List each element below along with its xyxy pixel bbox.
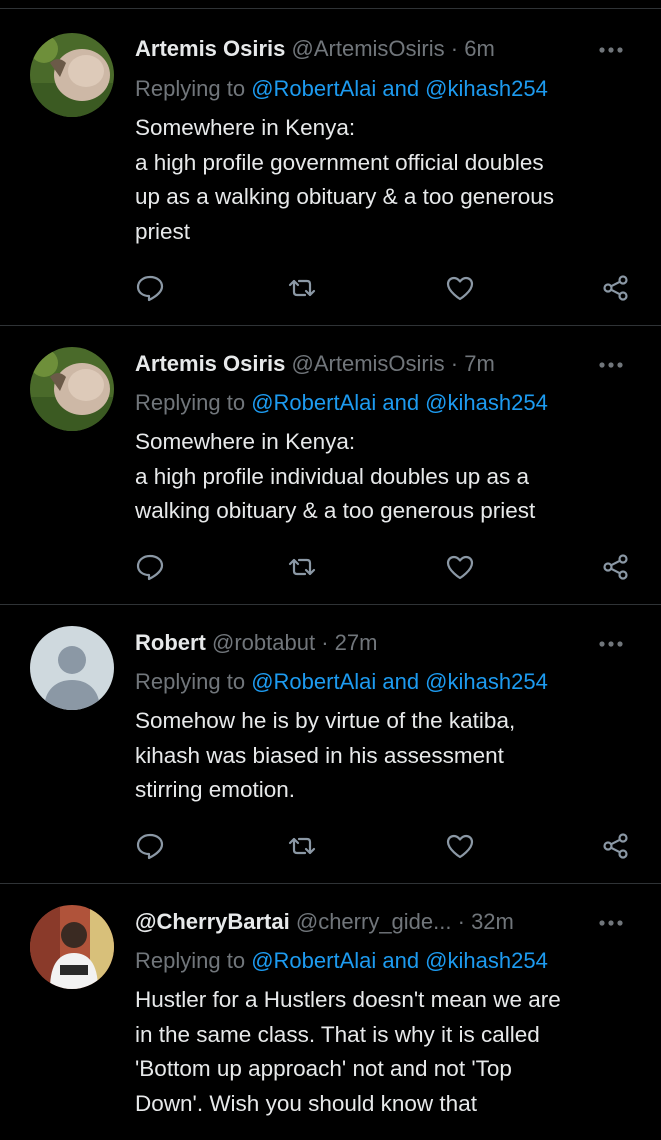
top-divider: [0, 8, 661, 9]
tweet-item[interactable]: @CherryBartai @cherry_gide... · 32m Repl…: [0, 884, 661, 1140]
separator-dot: ·: [321, 630, 329, 655]
reply-button[interactable]: [135, 831, 165, 861]
mentions-link[interactable]: @RobertAlai and @kihash254: [251, 390, 548, 415]
retweet-icon: [288, 279, 316, 297]
more-options-button[interactable]: [594, 38, 634, 62]
user-photo-avatar-icon: [30, 33, 114, 117]
separator-dot: ·: [457, 909, 465, 934]
share-button[interactable]: [601, 273, 631, 303]
share-icon: [603, 833, 628, 859]
reply-icon: [136, 833, 164, 860]
tweet-text: Hustler for a Hustlers doesn't mean we a…: [135, 983, 635, 1121]
like-button[interactable]: [445, 273, 475, 303]
display-name[interactable]: Artemis Osiris: [135, 36, 285, 61]
tweet-item[interactable]: Robert @robtabut · 27m Replying to @Robe…: [0, 605, 661, 884]
tweet-text-line: up as a walking obituary & a too generou…: [135, 184, 555, 209]
separator-dot: ·: [450, 351, 459, 376]
action-bar: [135, 831, 635, 861]
retweet-button[interactable]: [287, 273, 317, 303]
reply-button[interactable]: [135, 552, 165, 582]
reply-icon: [136, 275, 164, 302]
replying-to: Replying to @RobertAlai and @kihash254: [135, 944, 548, 978]
tweet-text-line: a high profile government official doubl…: [135, 149, 544, 175]
more-icon: [599, 47, 623, 53]
replying-label: Replying to: [135, 76, 246, 101]
replying-label: Replying to: [135, 669, 246, 694]
like-icon: [446, 276, 474, 301]
action-bar: [135, 273, 635, 303]
display-name[interactable]: Artemis Osiris: [135, 351, 285, 376]
user-handle[interactable]: @cherry_gide...: [296, 909, 452, 934]
more-icon: [599, 362, 623, 368]
tweet-header: Robert @robtabut · 27m: [135, 626, 377, 660]
replying-to: Replying to @RobertAlai and @kihash254: [135, 665, 548, 699]
default-user-avatar-icon: [30, 626, 114, 710]
tweet-header: Artemis Osiris @ArtemisOsiris · 6m: [135, 32, 495, 66]
like-button[interactable]: [445, 552, 475, 582]
mentions-link[interactable]: @RobertAlai and @kihash254: [251, 948, 548, 973]
retweet-button[interactable]: [287, 552, 317, 582]
avatar[interactable]: [30, 33, 114, 117]
display-name[interactable]: @CherryBartai: [135, 909, 290, 934]
more-options-button[interactable]: [594, 353, 634, 377]
tweet-item[interactable]: Artemis Osiris @ArtemisOsiris · 7m Reply…: [0, 326, 661, 605]
user-photo-avatar-icon: [30, 347, 114, 431]
tweet-text-line: a high profile individual doubles up as …: [135, 463, 530, 489]
action-bar: [135, 552, 635, 582]
display-name[interactable]: Robert: [135, 630, 206, 655]
tweet-text: Somewhere in Kenya: a high profile indiv…: [135, 425, 635, 529]
avatar[interactable]: [30, 347, 114, 431]
share-button[interactable]: [601, 831, 631, 861]
share-icon: [603, 554, 628, 580]
timestamp[interactable]: 27m: [335, 630, 378, 655]
tweet-text: Somehow he is by virtue of the katiba, k…: [135, 704, 635, 808]
timestamp[interactable]: 6m: [464, 36, 495, 61]
timestamp[interactable]: 32m: [471, 909, 514, 934]
share-icon: [603, 275, 628, 301]
user-photo-avatar-icon: [30, 905, 114, 989]
tweet-text-line: Somewhere in Kenya:: [135, 115, 356, 140]
reply-icon: [136, 554, 164, 581]
retweet-icon: [288, 837, 316, 855]
tweet-header: Artemis Osiris @ArtemisOsiris · 7m: [135, 347, 495, 381]
more-options-button[interactable]: [594, 911, 634, 935]
tweet-item[interactable]: Artemis Osiris @ArtemisOsiris · 6m Reply…: [0, 10, 661, 326]
reply-button[interactable]: [135, 273, 165, 303]
mentions-link[interactable]: @RobertAlai and @kihash254: [251, 669, 548, 694]
like-icon: [446, 834, 474, 859]
tweet-header: @CherryBartai @cherry_gide... · 32m: [135, 905, 514, 939]
tweet-text-line: Hustler for a Hustlers doesn't mean we a…: [135, 987, 561, 1012]
tweet-text-line: priest: [135, 218, 191, 244]
share-button[interactable]: [601, 552, 631, 582]
tweet-text-line: stirring emotion.: [135, 777, 296, 802]
tweet-text-line: Down'. Wish you should know that: [135, 1090, 477, 1116]
more-icon: [599, 920, 623, 926]
more-icon: [599, 641, 623, 647]
replying-label: Replying to: [135, 948, 246, 973]
like-icon: [446, 555, 474, 580]
tweet-text-line: Somehow he is by virtue of the katiba,: [135, 708, 516, 733]
mentions-link[interactable]: @RobertAlai and @kihash254: [251, 76, 548, 101]
tweet-text-line: in the same class. That is why it is cal…: [135, 1021, 540, 1047]
more-options-button[interactable]: [594, 632, 634, 656]
tweet-text-line: walking obituary & a too generous priest: [135, 498, 536, 523]
tweet-text: Somewhere in Kenya: a high profile gover…: [135, 111, 635, 249]
tweet-text-line: kihash was biased in his assessment: [135, 742, 504, 768]
tweet-text-line: 'Bottom up approach' not and not 'Top: [135, 1056, 512, 1081]
tweet-text-line: Somewhere in Kenya:: [135, 429, 356, 454]
user-handle[interactable]: @robtabut: [212, 630, 315, 655]
like-button[interactable]: [445, 831, 475, 861]
replying-to: Replying to @RobertAlai and @kihash254: [135, 386, 548, 420]
replying-label: Replying to: [135, 390, 246, 415]
avatar[interactable]: [30, 626, 114, 710]
retweet-button[interactable]: [287, 831, 317, 861]
separator-dot: ·: [450, 36, 459, 61]
user-handle[interactable]: @ArtemisOsiris: [292, 351, 445, 376]
timestamp[interactable]: 7m: [464, 351, 495, 376]
retweet-icon: [288, 558, 316, 576]
avatar[interactable]: [30, 905, 114, 989]
user-handle[interactable]: @ArtemisOsiris: [292, 36, 445, 61]
replying-to: Replying to @RobertAlai and @kihash254: [135, 72, 548, 106]
